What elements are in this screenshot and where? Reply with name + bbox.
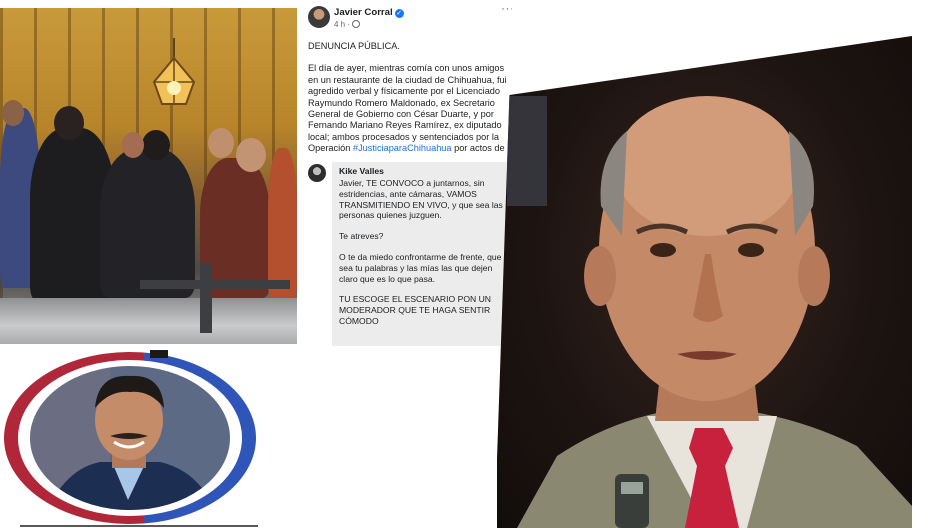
post-author-name[interactable]: Javier Corral bbox=[334, 7, 393, 18]
person-head bbox=[208, 128, 234, 158]
comment-paragraph: Te atreves? bbox=[339, 231, 384, 242]
bar-stool bbox=[200, 263, 212, 333]
portrait-photo bbox=[497, 36, 912, 528]
person-head bbox=[122, 132, 144, 158]
post-body: DENUNCIA PÚBLICA. El día de ayer, mientr… bbox=[308, 41, 508, 166]
person-head bbox=[2, 100, 24, 126]
more-options-icon[interactable]: ··· bbox=[501, 2, 512, 14]
post-text: El día de ayer, mientras comía con unos … bbox=[308, 63, 507, 154]
badge-top-tab bbox=[150, 350, 168, 358]
portrait-figure bbox=[517, 96, 912, 528]
post-text-tail: por actos de bbox=[451, 143, 505, 154]
hashtag-link[interactable]: #JusticiaparaChihuahua bbox=[353, 143, 452, 153]
person-head bbox=[54, 106, 84, 140]
author-avatar[interactable] bbox=[308, 6, 330, 28]
verified-check-icon: ✓ bbox=[394, 9, 404, 18]
person-silhouette bbox=[268, 148, 297, 298]
comment-paragraph: TU ESCOGE EL ESCENARIO PON UN MODERADOR … bbox=[339, 294, 492, 326]
globe-icon bbox=[352, 20, 361, 28]
comment-body: Javier, TE CONVOCO a juntarnos, sin estr… bbox=[339, 178, 509, 337]
restaurant-altercation-photo bbox=[0, 8, 297, 344]
post-timestamp[interactable]: 4 h · bbox=[334, 19, 361, 30]
commenter-name[interactable]: Kike Valles bbox=[339, 166, 384, 177]
background-screen bbox=[507, 96, 547, 206]
comment-paragraph: Javier, TE CONVOCO a juntarnos, sin estr… bbox=[339, 178, 503, 221]
post-heading: DENUNCIA PÚBLICA. bbox=[308, 41, 400, 51]
bar-stool-rail bbox=[140, 280, 290, 289]
post-paragraph: El día de ayer, mientras comía con unos … bbox=[308, 63, 508, 154]
person-silhouette bbox=[100, 148, 195, 298]
person-head bbox=[142, 130, 170, 160]
bar-counter bbox=[0, 298, 297, 344]
person-head bbox=[236, 138, 266, 172]
post-author[interactable]: Javier Corral ✓ bbox=[334, 7, 404, 18]
pendant-lamp-icon bbox=[152, 38, 196, 105]
quoted-comment: Kike Valles Javier, TE CONVOCO a juntarn… bbox=[308, 162, 512, 346]
comment-paragraph: O te da miedo confrontarme de frente, qu… bbox=[339, 251, 502, 284]
facebook-post: Javier Corral✓ 4 h · ··· DENUNCIA PÚBLIC… bbox=[300, 0, 512, 346]
commenter-avatar[interactable] bbox=[308, 164, 326, 182]
oval-portrait-badge bbox=[4, 350, 258, 527]
post-time-label[interactable]: 4 h · bbox=[334, 20, 350, 29]
